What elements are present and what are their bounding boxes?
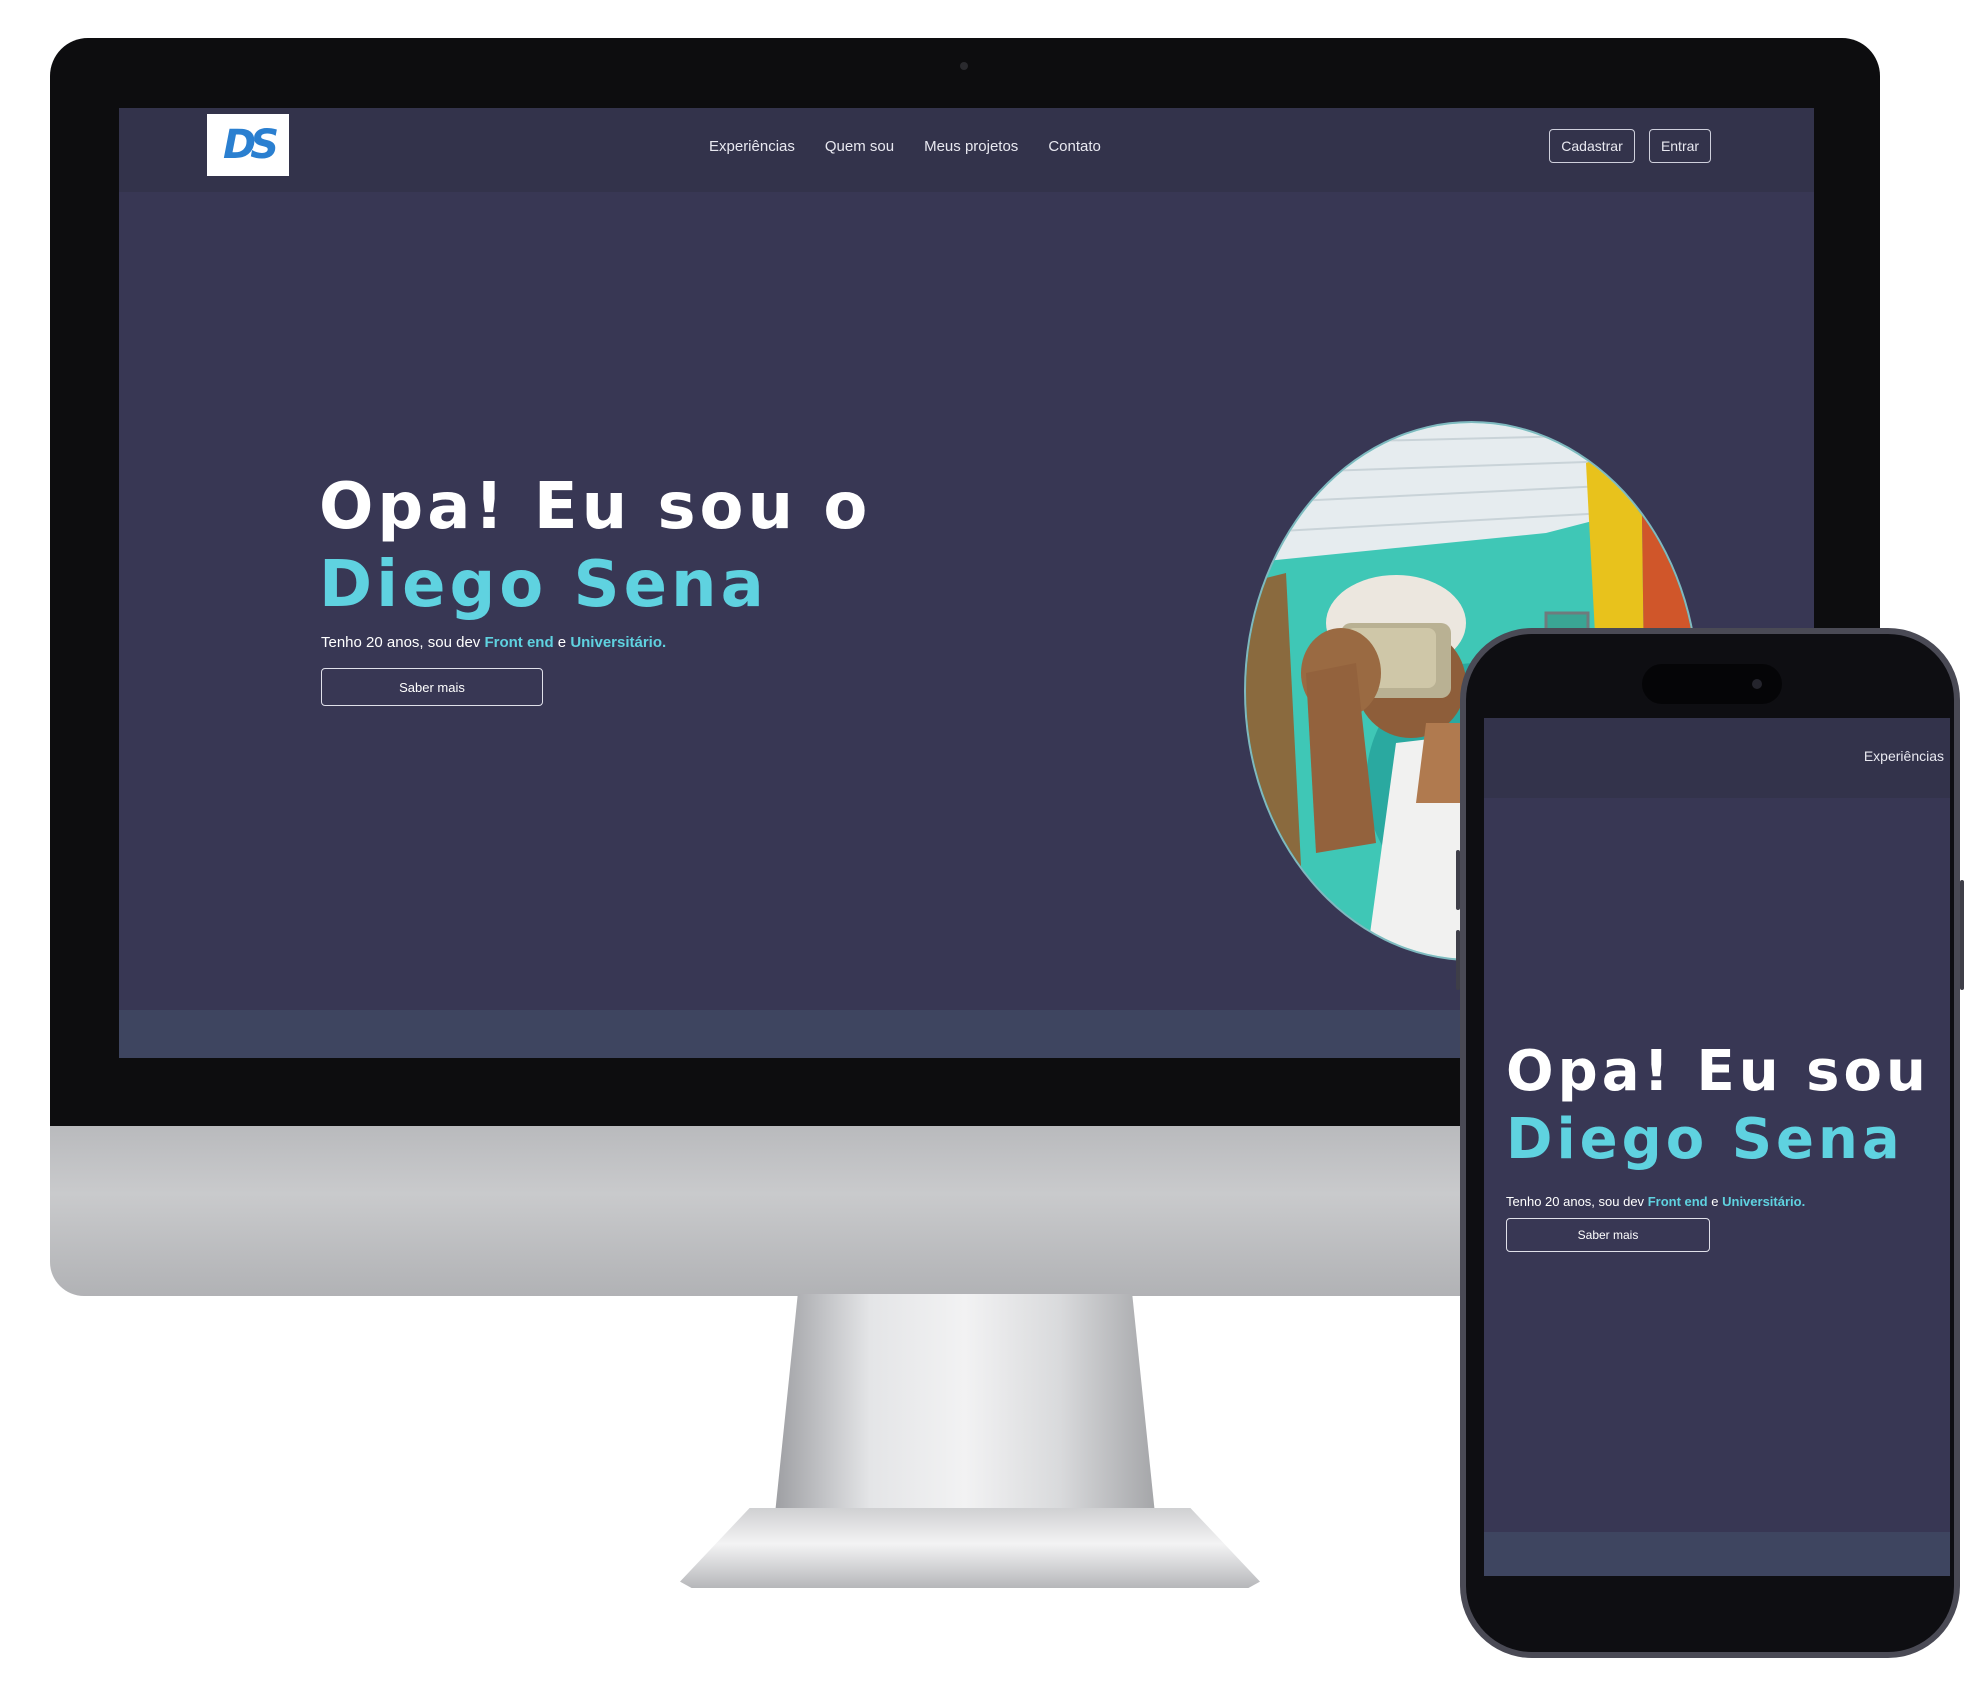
mobile-hero-name: Diego Sena [1506,1107,1904,1172]
mobile-saber-mais-button[interactable]: Saber mais [1506,1218,1710,1252]
subtitle-prefix: Tenho 20 anos, sou dev [321,634,481,651]
ds-logo[interactable]: DS [207,114,289,176]
nav-link-meus-projetos[interactable]: Meus projetos [924,138,1018,155]
login-button[interactable]: Entrar [1649,129,1711,163]
phone-volume-down-button [1456,930,1460,990]
register-button[interactable]: Cadastrar [1549,129,1635,163]
logo-text: DS [222,122,279,168]
phone-camera-icon [1752,679,1762,689]
dynamic-island [1642,664,1782,704]
saber-mais-button[interactable]: Saber mais [321,668,543,706]
mobile-subtitle-universitario: Universitário. [1722,1194,1806,1209]
mobile-navbar: Experiências [1484,718,1950,798]
imac-stand-neck [775,1294,1155,1514]
mobile-next-section [1484,1532,1950,1576]
subtitle-universitario: Universitário. [570,634,667,651]
hero-subtitle: Tenho 20 anos, sou dev Front end e Unive… [321,634,666,651]
nav-links: Experiências Quem sou Meus projetos Cont… [709,138,1101,155]
nav-link-contato[interactable]: Contato [1048,138,1101,155]
subtitle-and: e [557,634,567,651]
mobile-subtitle-front-end: Front end [1647,1194,1708,1209]
mobile-subtitle-and: e [1711,1194,1719,1209]
phone-bezel: Experiências Opa! Eu sou o Diego Sena Te… [1466,634,1954,1652]
desktop-navbar: DS Experiências Quem sou Meus projetos C… [119,108,1814,192]
hero-title: Opa! Eu sou o Diego Sena [319,468,871,624]
mobile-subtitle-prefix: Tenho 20 anos, sou dev [1506,1194,1645,1209]
hero-name: Diego Sena [319,548,768,622]
camera-icon [960,62,968,70]
mobile-hero-title: Opa! Eu sou o Diego Sena [1506,1038,1950,1174]
mobile-hero-greeting: Opa! Eu sou o [1506,1039,1950,1104]
phone-frame: Experiências Opa! Eu sou o Diego Sena Te… [1460,628,1960,1658]
mobile-hero-subtitle: Tenho 20 anos, sou dev Front end e Unive… [1506,1194,1805,1209]
nav-link-quem-sou[interactable]: Quem sou [825,138,894,155]
mobile-nav-link-experiencias[interactable]: Experiências [1864,748,1944,764]
imac-stand-base [680,1508,1260,1588]
phone-volume-up-button [1456,850,1460,910]
nav-link-experiencias[interactable]: Experiências [709,138,795,155]
phone-power-button [1960,880,1964,990]
mobile-screen: Experiências Opa! Eu sou o Diego Sena Te… [1484,718,1950,1576]
subtitle-front-end: Front end [484,634,554,651]
hero-greeting: Opa! Eu sou o [319,470,872,544]
